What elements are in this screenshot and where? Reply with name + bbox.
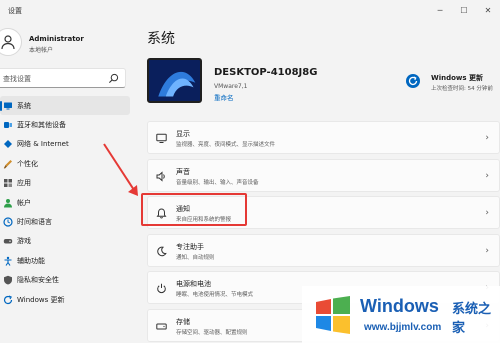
sidebar-item-label: 隐私和安全性: [17, 276, 59, 285]
sidebar-item-label: 辅助功能: [17, 256, 45, 265]
sidebar-nav: 系统 蓝牙和其他设备 网络 & Internet 个性化 应用 帐户 时间和语言…: [0, 96, 130, 309]
device-thumbnail: [147, 58, 202, 103]
update-title[interactable]: Windows 更新: [431, 73, 483, 83]
storage-icon: [156, 323, 167, 330]
avatar[interactable]: [0, 28, 22, 56]
sidebar-item-system[interactable]: 系统: [0, 96, 130, 116]
search-placeholder: 查找设置: [3, 75, 31, 83]
update-last-checked: 上次检查时间: 54 分钟前: [431, 86, 493, 92]
device-name: DESKTOP-4108J8G: [214, 67, 318, 78]
window-title: 设置: [8, 7, 22, 15]
gamepad-icon: [2, 235, 14, 247]
card-subtitle: 存储空间、驱动器、配置规则: [176, 329, 248, 336]
network-icon: [2, 138, 14, 150]
card-title: 电源和电池: [176, 280, 211, 289]
apps-icon: [2, 177, 14, 189]
annotation-arrow: [103, 143, 138, 196]
sidebar-item-accessibility[interactable]: 辅助功能: [0, 251, 130, 270]
globe-clock-icon: [2, 216, 14, 228]
monitor-icon: [2, 100, 14, 112]
watermark-brand: Windows: [360, 296, 439, 316]
card-title: 存储: [176, 317, 190, 326]
card-focus-assist[interactable]: 专注助手 通知、自动规则 ›: [147, 233, 500, 267]
search-input[interactable]: 查找设置: [0, 68, 126, 88]
close-icon[interactable]: ✕: [476, 0, 500, 20]
account-type: 本地帐户: [29, 47, 54, 54]
display-icon: [156, 133, 167, 143]
account-name: Administrator: [29, 35, 84, 43]
sidebar-item-label: 应用: [17, 179, 31, 188]
title-bar: 设置 ─ ☐ ✕: [0, 0, 500, 24]
chevron-right-icon: ›: [485, 245, 489, 256]
sidebar-item-bluetooth[interactable]: 蓝牙和其他设备: [0, 115, 130, 134]
card-display[interactable]: 显示 监视器、亮度、夜间模式、显示描述文件 ›: [147, 121, 500, 154]
minimize-icon[interactable]: ─: [428, 0, 452, 20]
sidebar-item-label: 时间和语言: [17, 218, 52, 227]
sidebar-item-label: 系统: [17, 101, 31, 110]
card-title: 声音: [176, 167, 190, 176]
moon-icon: [157, 246, 167, 256]
device-model: VMware7,1: [214, 83, 248, 90]
speaker-icon: [156, 170, 165, 182]
chevron-right-icon: ›: [485, 170, 489, 181]
windows-wallpaper-icon: [149, 60, 200, 101]
chevron-right-icon: ›: [485, 208, 489, 219]
maximize-icon[interactable]: ☐: [452, 0, 476, 20]
window-controls: ─ ☐ ✕: [428, 0, 500, 20]
windows-logo-icon: [316, 296, 350, 334]
windows-update-icon: [406, 74, 420, 88]
watermark-url: www.bjjmlv.com: [364, 322, 442, 333]
page-title: 系统: [147, 31, 175, 47]
sidebar-item-label: Windows 更新: [17, 295, 65, 304]
card-subtitle: 睡眠、电池使用情况、节电模式: [176, 292, 254, 299]
card-subtitle: 监视器、亮度、夜间模式、显示描述文件: [176, 142, 276, 148]
update-icon: [2, 294, 14, 306]
sidebar-item-label: 帐户: [17, 198, 31, 207]
power-icon: [157, 284, 166, 294]
sidebar-item-windows-update[interactable]: Windows 更新: [0, 290, 130, 309]
sidebar-item-privacy[interactable]: 隐私和安全性: [0, 271, 130, 290]
watermark: Windows 系统之家 www.bjjmlv.com: [302, 286, 500, 343]
card-title: 专注助手: [176, 242, 204, 251]
card-subtitle: 通知、自动规则: [176, 254, 215, 261]
sidebar-item-label: 游戏: [17, 237, 31, 246]
watermark-cn: 系统之家: [452, 302, 492, 336]
sidebar-item-gaming[interactable]: 游戏: [0, 232, 130, 251]
card-sound[interactable]: 声音 音量级别、输出、输入、声音设备 ›: [147, 158, 500, 192]
bluetooth-icon: [2, 119, 14, 131]
sidebar-item-label: 蓝牙和其他设备: [17, 121, 66, 130]
rename-link[interactable]: 重命名: [214, 92, 234, 102]
card-title: 显示: [176, 130, 190, 138]
sidebar-item-time-language[interactable]: 时间和语言: [0, 212, 130, 231]
annotation-highlight-box: [141, 193, 247, 226]
search-icon: [108, 73, 119, 84]
shield-icon: [2, 274, 14, 286]
sidebar-item-label: 个性化: [17, 159, 38, 168]
accessibility-icon: [2, 255, 14, 267]
person-icon: [1, 35, 15, 50]
card-subtitle: 音量级别、输出、输入、声音设备: [176, 179, 259, 186]
brush-icon: [2, 158, 14, 170]
person-icon: [2, 197, 14, 209]
sidebar-item-label: 网络 & Internet: [17, 140, 69, 149]
account-header[interactable]: Administrator 本地帐户: [0, 28, 135, 58]
chevron-right-icon: ›: [485, 133, 489, 143]
